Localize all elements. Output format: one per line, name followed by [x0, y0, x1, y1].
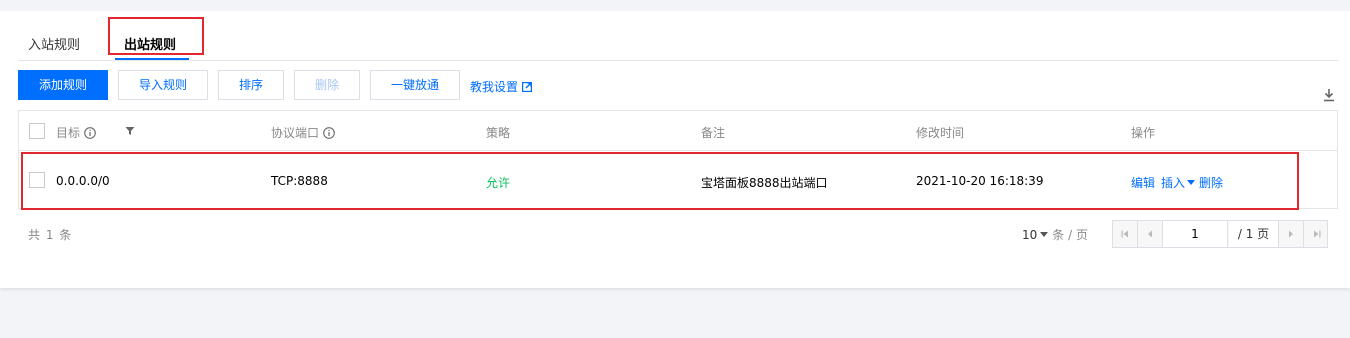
column-header-remark: 备注	[701, 126, 726, 140]
column-header-port: 协议端口	[271, 124, 335, 141]
import-rules-button[interactable]: 导入规则	[118, 70, 208, 100]
page-size-value: 10	[1022, 228, 1038, 242]
table-header: 目标 协议端口 策略 备注 修改时间 操作	[19, 111, 1337, 151]
delete-button[interactable]: 删除	[294, 70, 360, 100]
last-page-icon	[1313, 230, 1320, 238]
column-header-target: 目标	[56, 124, 96, 141]
active-tab-indicator	[115, 58, 189, 60]
prev-page-button[interactable]	[1138, 221, 1163, 247]
sort-button[interactable]: 排序	[218, 70, 284, 100]
page-size-selector[interactable]: 10 条 / 页	[1022, 226, 1088, 243]
first-page-icon	[1121, 230, 1128, 238]
column-header-target-label: 目标	[56, 126, 81, 140]
info-icon[interactable]	[323, 127, 335, 139]
chevron-down-icon	[1040, 232, 1049, 237]
filter-icon[interactable]	[125, 126, 135, 136]
allow-all-button[interactable]: 一键放通	[370, 70, 460, 100]
next-page-button[interactable]	[1279, 221, 1304, 247]
select-all-checkbox[interactable]	[29, 123, 45, 139]
column-header-policy: 策略	[486, 126, 511, 140]
chevron-right-icon	[1289, 230, 1293, 238]
tutorial-link-label: 教我设置	[470, 80, 519, 94]
last-page-button[interactable]	[1304, 221, 1329, 247]
tab-inbound-rules[interactable]: 入站规则	[28, 38, 80, 54]
download-icon[interactable]	[1323, 88, 1335, 102]
add-rule-button[interactable]: 添加规则	[18, 70, 108, 100]
column-header-port-label: 协议端口	[271, 126, 320, 140]
column-header-modified: 修改时间	[916, 126, 965, 140]
page-number-input[interactable]: 1	[1163, 221, 1228, 247]
pagination: 1 / 1 页	[1112, 220, 1328, 248]
tab-highlight-box	[108, 17, 204, 55]
chevron-left-icon	[1148, 230, 1152, 238]
first-page-button[interactable]	[1113, 221, 1138, 247]
external-link-icon	[522, 82, 533, 92]
rule-tabs: 入站规则 出站规则	[18, 11, 1338, 61]
column-header-actions: 操作	[1131, 126, 1156, 140]
info-icon[interactable]	[84, 127, 96, 139]
page-size-unit: 条 / 页	[1052, 228, 1088, 242]
tutorial-link[interactable]: 教我设置	[470, 78, 533, 95]
total-pages: / 1 页	[1229, 221, 1279, 247]
row-highlight-box	[21, 152, 1299, 210]
total-count: 共 1 条	[28, 228, 73, 242]
